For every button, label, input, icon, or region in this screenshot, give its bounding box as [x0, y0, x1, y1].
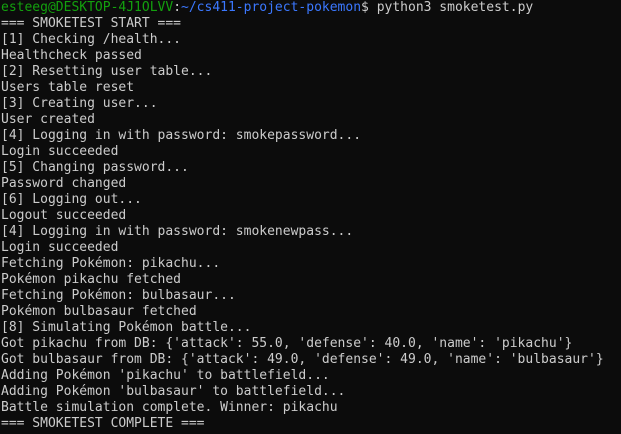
output-line: Adding Pokémon 'pikachu' to battlefield.…: [1, 368, 330, 383]
output-line: Fetching Pokémon: pikachu...: [1, 256, 221, 271]
output-line: Got pikachu from DB: {'attack': 55.0, 'd…: [1, 336, 573, 351]
output-line: [1] Checking /health...: [1, 32, 182, 47]
prompt-line: esteeg@DESKTOP-4J1OLVV:~/cs411-project-p…: [1, 0, 621, 16]
output-line: Fetching Pokémon: bulbasaur...: [1, 288, 236, 303]
output-line: Pokémon bulbasaur fetched: [1, 304, 197, 319]
output-line: Password changed: [1, 176, 127, 191]
output-line: Battle simulation complete. Winner: pika…: [1, 400, 338, 415]
output-line: [8] Simulating Pokémon battle...: [1, 320, 252, 335]
output-line: [4] Logging in with password: smokepassw…: [1, 128, 362, 143]
prompt-user-host: esteeg@DESKTOP-4J1OLVV: [1, 0, 174, 15]
output-line: [6] Logging out...: [1, 192, 142, 207]
output-line: [2] Resetting user table...: [1, 64, 213, 79]
output-line: Pokémon pikachu fetched: [1, 272, 182, 287]
prompt-separator: :: [173, 0, 182, 15]
output-line: [3] Creating user...: [1, 96, 158, 111]
terminal-window[interactable]: esteeg@DESKTOP-4J1OLVV:~/cs411-project-p…: [0, 0, 621, 434]
terminal-output: === SMOKETEST START === [1] Checking /he…: [1, 16, 621, 432]
output-line: Users table reset: [1, 80, 135, 95]
output-line: === SMOKETEST COMPLETE ===: [1, 416, 205, 431]
prompt-command: python3 smoketest.py: [376, 0, 534, 15]
output-line: [4] Logging in with password: smokenewpa…: [1, 224, 354, 239]
output-line: Login succeeded: [1, 240, 119, 255]
prompt-symbol: $: [361, 0, 377, 15]
output-line: === SMOKETEST START ===: [1, 16, 182, 31]
output-line: Healthcheck passed: [1, 48, 142, 63]
output-line: Adding Pokémon 'bulbasaur' to battlefiel…: [1, 384, 346, 399]
output-line: User created: [1, 112, 95, 127]
prompt-path: ~/cs411-project-pokemon: [181, 0, 362, 15]
output-line: Login succeeded: [1, 144, 119, 159]
output-line: Got bulbasaur from DB: {'attack': 49.0, …: [1, 352, 604, 367]
output-line: [5] Changing password...: [1, 160, 189, 175]
output-line: Logout succeeded: [1, 208, 127, 223]
